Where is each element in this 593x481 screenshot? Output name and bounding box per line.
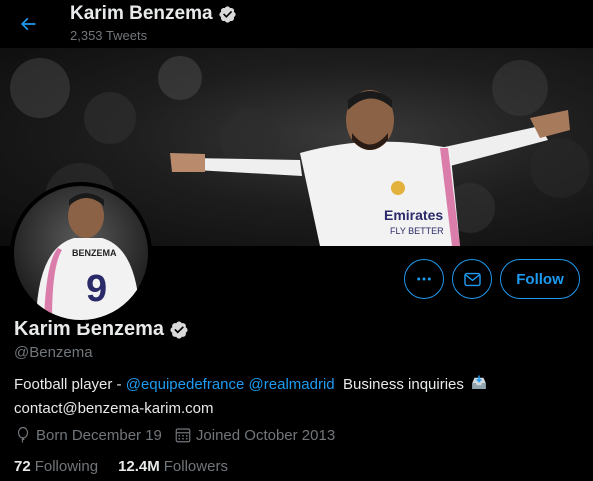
more-dots-icon <box>417 277 431 281</box>
envelope-icon <box>463 272 481 286</box>
birthday-item: Born December 19 <box>14 426 162 444</box>
follow-button[interactable]: Follow <box>500 259 580 299</box>
arrow-left-icon <box>20 17 36 31</box>
bio-prefix: Football player - <box>14 376 126 393</box>
mention-link-equipedefrance[interactable]: @equipedefrance <box>126 376 245 393</box>
avatar-photo: BENZEMA 9 <box>14 186 148 320</box>
avatar-jersey-number: 9 <box>86 268 107 310</box>
birthday-text: Born December 19 <box>36 426 162 444</box>
verified-badge-icon <box>218 5 237 24</box>
header-name: Karim Benzema <box>70 3 213 24</box>
bio-email: contact@benzema-karim.com <box>14 400 214 417</box>
joined-item: Joined October 2013 <box>174 426 335 444</box>
banner-sponsor-line1: Emirates <box>384 207 443 223</box>
followers-link[interactable]: 12.4M Followers <box>118 458 228 475</box>
following-link[interactable]: 72 Following <box>14 458 98 475</box>
avatar[interactable]: BENZEMA 9 <box>10 182 152 324</box>
message-button[interactable] <box>452 259 492 299</box>
profile-display-name: Karim Benzema <box>14 318 189 341</box>
followers-label: Followers <box>163 458 228 475</box>
header-title: Karim Benzema <box>70 3 237 25</box>
back-button[interactable] <box>12 8 44 40</box>
following-label: Following <box>34 458 99 475</box>
calendar-icon <box>175 428 191 443</box>
profile-bio: Football player - @equipedefrance @realm… <box>14 374 584 419</box>
more-options-button[interactable] <box>404 259 444 299</box>
profile-handle: @Benzema <box>14 344 93 361</box>
following-count: 72 <box>14 458 31 475</box>
followers-count: 12.4M <box>118 458 160 475</box>
profile-meta: Born December 19 Joined October 2013 <box>14 426 347 444</box>
inbox-tray-emoji-icon <box>470 374 488 398</box>
mention-link-realmadrid[interactable]: @realmadrid <box>249 376 335 393</box>
profile-stats: 72 Following 12.4M Followers <box>14 458 248 475</box>
profile-header-bar: Karim Benzema 2,353 Tweets <box>0 0 593 48</box>
tweets-count: 2,353 Tweets <box>70 28 148 43</box>
banner-sponsor-line2: FLY BETTER <box>390 226 444 236</box>
joined-text: Joined October 2013 <box>195 426 336 444</box>
balloon-icon <box>17 426 29 443</box>
avatar-jersey-name: BENZEMA <box>72 248 117 258</box>
verified-badge-icon <box>169 320 189 340</box>
bio-business: Business inquiries <box>342 376 464 393</box>
